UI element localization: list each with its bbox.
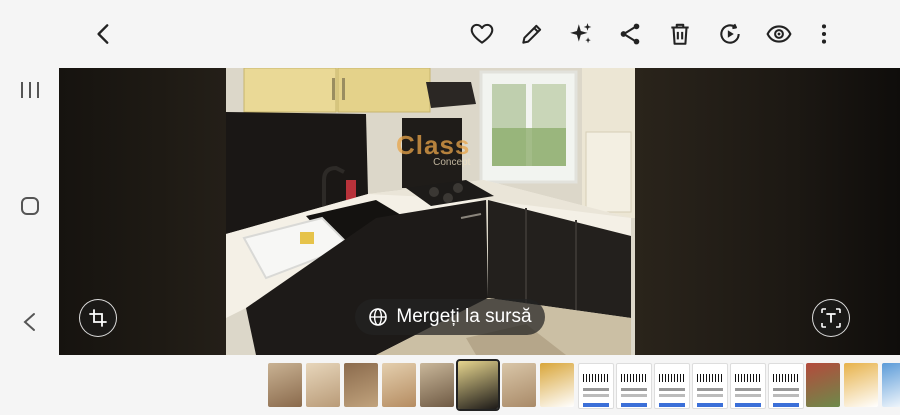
thumbnail-room-2[interactable] — [502, 363, 536, 407]
back-button[interactable] — [86, 16, 122, 52]
pencil-icon — [522, 24, 542, 44]
trash-icon — [671, 23, 689, 45]
thumbnail-barcode-doc-2[interactable] — [616, 363, 652, 409]
top-toolbar — [0, 0, 900, 68]
play-circle-icon — [720, 23, 740, 44]
crop-icon — [89, 309, 107, 327]
watermark: Class Concept — [396, 132, 470, 168]
home-button[interactable] — [10, 186, 50, 226]
system-navigation-bar — [0, 68, 59, 415]
go-to-source-label: Mergeți la sursă — [396, 306, 532, 327]
heart-icon — [470, 23, 494, 44]
more-vertical-icon — [821, 24, 827, 44]
thumbnail-kitchen[interactable] — [456, 359, 500, 411]
slideshow-button[interactable] — [712, 16, 748, 52]
thumbnail-barcode-doc-4[interactable] — [692, 363, 728, 409]
thumbnail-bedroom-2[interactable] — [382, 363, 416, 407]
text-extract-icon — [821, 308, 841, 328]
thumbnail-strip[interactable] — [59, 355, 900, 415]
chevron-left-icon — [97, 24, 109, 44]
thumbnail-hallway[interactable] — [268, 363, 302, 407]
more-options-button[interactable] — [806, 16, 842, 52]
home-icon — [21, 197, 39, 215]
thumbnail-room[interactable] — [420, 363, 454, 407]
thumbnail-app-screen[interactable] — [844, 363, 878, 407]
view-button[interactable] — [761, 16, 797, 52]
thumbnail-document[interactable] — [540, 363, 574, 407]
recent-apps-button[interactable] — [10, 70, 50, 110]
photo-viewer[interactable]: Class Concept Mergeți la sursă — [59, 68, 900, 355]
delete-button[interactable] — [662, 16, 698, 52]
blurred-background-right — [635, 68, 900, 355]
system-back-button[interactable] — [10, 302, 50, 342]
thumbnail-app-screen-2[interactable] — [882, 363, 900, 407]
crop-button[interactable] — [79, 299, 117, 337]
thumbnail-barcode-doc-5[interactable] — [730, 363, 766, 409]
eye-icon — [766, 25, 792, 43]
thumbnail-bedroom[interactable] — [344, 363, 378, 407]
ai-enhance-button[interactable] — [563, 16, 599, 52]
watermark-brand: Class — [396, 130, 471, 160]
thumbnail-barcode-doc-3[interactable] — [654, 363, 690, 409]
favorite-button[interactable] — [464, 16, 500, 52]
thumbnail-living-room[interactable] — [306, 363, 340, 407]
back-icon — [23, 313, 35, 331]
extract-text-button[interactable] — [812, 299, 850, 337]
go-to-source-button[interactable]: Mergeți la sursă — [355, 299, 545, 335]
edit-button[interactable] — [514, 16, 550, 52]
recent-apps-icon — [21, 82, 39, 98]
thumbnail-barcode-doc[interactable] — [578, 363, 614, 409]
globe-icon — [369, 308, 388, 326]
sparkle-icon — [570, 23, 592, 44]
share-icon — [620, 23, 640, 45]
share-button[interactable] — [612, 16, 648, 52]
thumbnail-outdoor[interactable] — [806, 363, 840, 407]
thumbnail-barcode-doc-6[interactable] — [768, 363, 804, 409]
